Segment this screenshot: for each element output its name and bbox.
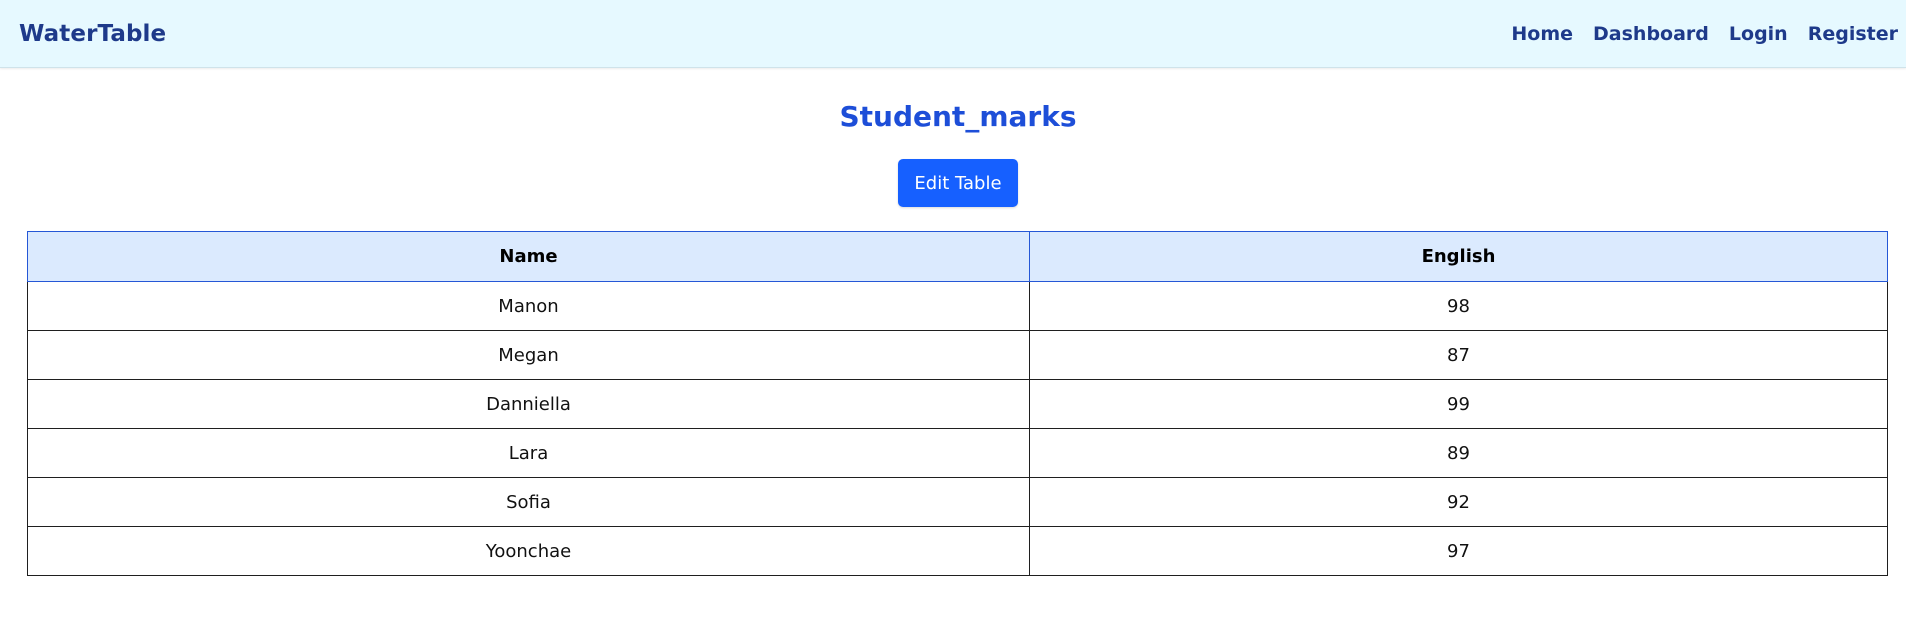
student-marks-table: Name English Manon 98 Megan 87 Danniella… — [27, 231, 1888, 576]
nav-links: Home Dashboard Login Register — [1491, 23, 1898, 45]
table-row: Yoonchae 97 — [27, 526, 1888, 576]
column-header-english: English — [1029, 231, 1888, 282]
cell-english: 87 — [1029, 330, 1888, 380]
table-row: Sofia 92 — [27, 477, 1888, 527]
nav-link-dashboard[interactable]: Dashboard — [1593, 23, 1709, 45]
column-header-name: Name — [27, 231, 1030, 282]
nav-link-login[interactable]: Login — [1729, 23, 1788, 45]
navbar: WaterTable Home Dashboard Login Register — [0, 0, 1906, 68]
page-title: Student_marks — [839, 100, 1077, 133]
cell-name: Danniella — [27, 379, 1030, 429]
cell-english: 97 — [1029, 526, 1888, 576]
table-row: Danniella 99 — [27, 379, 1888, 429]
brand-logo-text[interactable]: WaterTable — [19, 21, 166, 47]
cell-english: 99 — [1029, 379, 1888, 429]
cell-english: 98 — [1029, 281, 1888, 331]
nav-link-register[interactable]: Register — [1808, 23, 1898, 45]
cell-name: Yoonchae — [27, 526, 1030, 576]
table-row: Lara 89 — [27, 428, 1888, 478]
edit-table-button[interactable]: Edit Table — [898, 159, 1018, 207]
cell-english: 92 — [1029, 477, 1888, 527]
cell-name: Sofia — [27, 477, 1030, 527]
cell-english: 89 — [1029, 428, 1888, 478]
table-header-row: Name English — [27, 231, 1888, 282]
table-row: Megan 87 — [27, 330, 1888, 380]
cell-name: Manon — [27, 281, 1030, 331]
table-row: Manon 98 — [27, 281, 1888, 331]
nav-link-home[interactable]: Home — [1511, 23, 1573, 45]
cell-name: Megan — [27, 330, 1030, 380]
cell-name: Lara — [27, 428, 1030, 478]
